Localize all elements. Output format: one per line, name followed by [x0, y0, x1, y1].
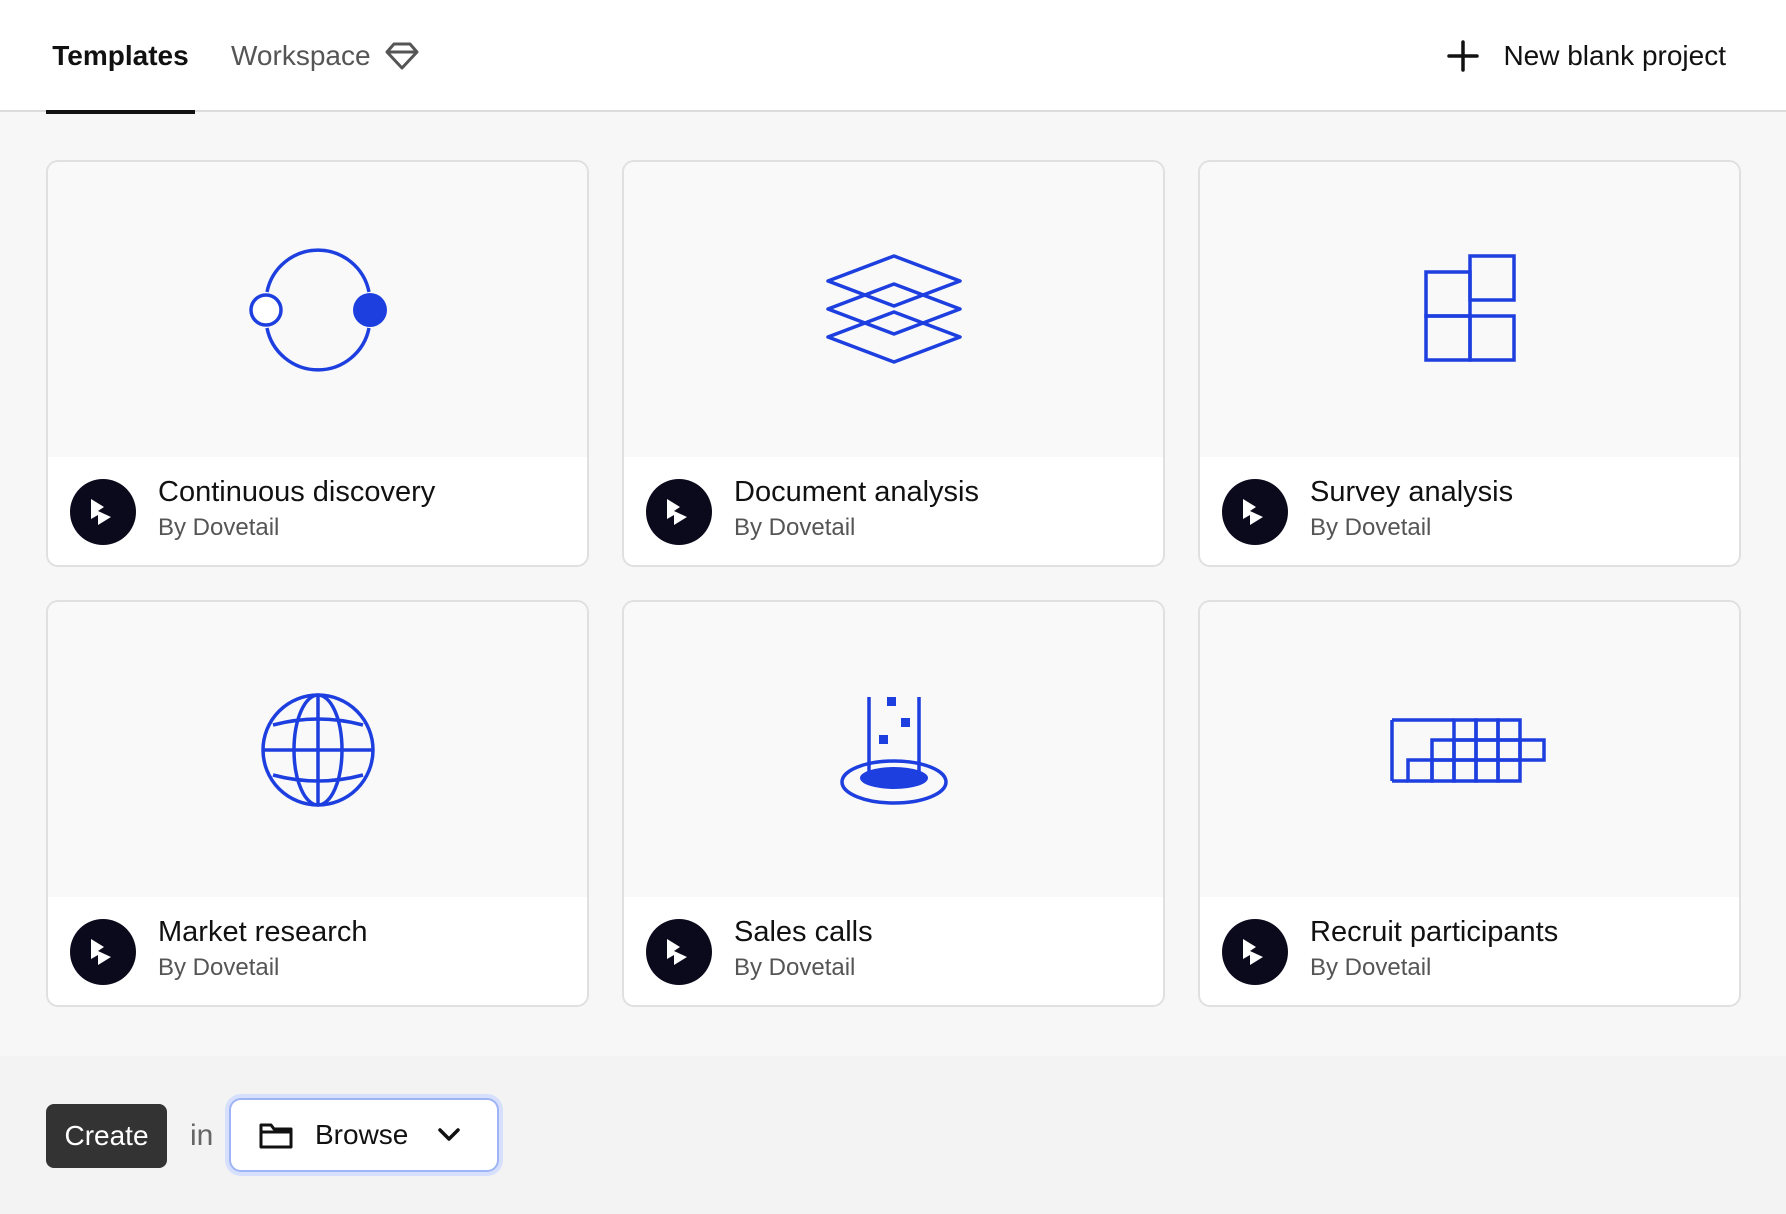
card-info: Recruit participants By Dovetail [1200, 897, 1739, 1005]
footer-bar: Create in Browse [0, 1056, 1786, 1214]
card-author: By Dovetail [158, 514, 280, 541]
dovetail-logo-icon [91, 939, 111, 965]
card-title: Sales calls [734, 916, 873, 948]
in-label: in [190, 1119, 214, 1152]
plus-icon [1447, 40, 1480, 72]
staircase-grid-icon [1389, 717, 1546, 783]
location-select-value: Browse [315, 1119, 409, 1150]
avatar [1222, 919, 1288, 985]
template-card-document-analysis[interactable]: Document analysis By Dovetail [622, 160, 1165, 567]
card-title: Continuous discovery [158, 476, 436, 508]
tab-workspace[interactable]: Workspace [231, 0, 419, 112]
card-info: Continuous discovery By Dovetail [48, 457, 587, 565]
card-illustration [48, 162, 587, 457]
tab-templates[interactable]: Templates [46, 0, 195, 114]
template-card-market-research[interactable]: Market research By Dovetail [46, 600, 589, 1007]
card-info: Survey analysis By Dovetail [1200, 457, 1739, 565]
beaker-icon [839, 696, 948, 805]
create-button-label: Create [64, 1120, 149, 1151]
card-title: Market research [158, 916, 368, 948]
card-illustration [1200, 602, 1739, 897]
card-info: Document analysis By Dovetail [624, 457, 1163, 565]
card-illustration [624, 602, 1163, 897]
template-grid: Continuous discovery By Dovetail Documen… [46, 160, 1742, 1007]
globe-icon [260, 692, 375, 807]
gem-icon [385, 41, 419, 71]
blocks-icon [1423, 253, 1516, 362]
dovetail-logo-icon [1243, 499, 1263, 525]
avatar [646, 479, 712, 545]
card-author: By Dovetail [734, 954, 856, 981]
card-illustration [48, 602, 587, 897]
chevron-down-icon [438, 1128, 461, 1142]
template-card-recruit-participants[interactable]: Recruit participants By Dovetail [1198, 600, 1741, 1007]
new-blank-project-label: New blank project [1503, 40, 1726, 71]
avatar [70, 919, 136, 985]
card-author: By Dovetail [158, 954, 280, 981]
folder-icon [259, 1121, 293, 1149]
tab-templates-label: Templates [52, 40, 189, 71]
dovetail-logo-icon [667, 939, 687, 965]
create-button[interactable]: Create [46, 1104, 167, 1168]
card-author: By Dovetail [734, 514, 856, 541]
card-title: Document analysis [734, 476, 979, 508]
location-select[interactable]: Browse [229, 1098, 499, 1172]
tab-workspace-label: Workspace [231, 40, 371, 71]
dovetail-logo-icon [91, 499, 111, 525]
discovery-loop-icon [248, 247, 387, 372]
layers-icon [825, 253, 962, 364]
avatar [70, 479, 136, 545]
template-card-sales-calls[interactable]: Sales calls By Dovetail [622, 600, 1165, 1007]
template-card-continuous-discovery[interactable]: Continuous discovery By Dovetail [46, 160, 589, 567]
card-info: Sales calls By Dovetail [624, 897, 1163, 1005]
dovetail-logo-icon [667, 499, 687, 525]
card-illustration [624, 162, 1163, 457]
dovetail-logo-icon [1243, 939, 1263, 965]
card-title: Survey analysis [1310, 476, 1514, 508]
template-card-survey-analysis[interactable]: Survey analysis By Dovetail [1198, 160, 1741, 567]
card-author: By Dovetail [1310, 514, 1432, 541]
avatar [646, 919, 712, 985]
card-info: Market research By Dovetail [48, 897, 587, 1005]
header-bar: Templates Workspace New blank project [0, 0, 1786, 114]
card-title: Recruit participants [1310, 916, 1559, 948]
card-author: By Dovetail [1310, 954, 1432, 981]
avatar [1222, 479, 1288, 545]
card-illustration [1200, 162, 1739, 457]
new-blank-project-button[interactable]: New blank project [1447, 0, 1726, 112]
